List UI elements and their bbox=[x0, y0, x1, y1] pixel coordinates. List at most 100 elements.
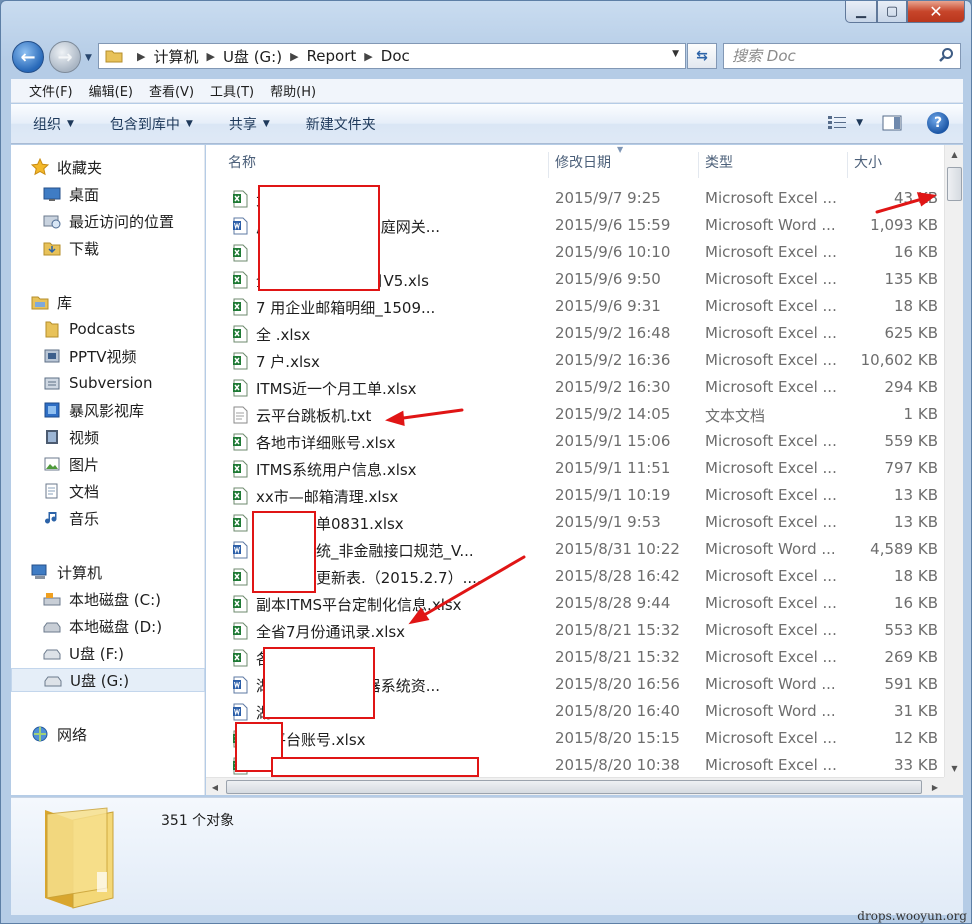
sidebar-label: Podcasts bbox=[69, 320, 136, 338]
back-button[interactable]: ← bbox=[12, 41, 44, 73]
sidebar-libraries[interactable]: 库 bbox=[31, 290, 225, 314]
file-date-modified: 2015/9/1 15:06 bbox=[555, 432, 671, 450]
close-button[interactable]: ✕ bbox=[907, 1, 965, 23]
minimize-button[interactable]: ▁ bbox=[845, 1, 877, 23]
excel-file-icon bbox=[232, 379, 248, 397]
menu-edit[interactable]: 编辑(E) bbox=[89, 81, 133, 100]
breadcrumb-report[interactable]: Report bbox=[307, 47, 357, 65]
address-history-dropdown[interactable]: ▼ bbox=[672, 49, 679, 59]
breadcrumb-drive[interactable]: U盘 (G:) bbox=[223, 46, 282, 67]
sidebar-label: 收藏夹 bbox=[57, 158, 103, 177]
sidebar-label: 计算机 bbox=[57, 563, 103, 582]
sidebar-computer[interactable]: 计算机 bbox=[31, 560, 225, 584]
file-date-modified: 2015/9/6 15:59 bbox=[555, 216, 671, 234]
column-header: 名称 ▼ 修改日期 类型 大小 bbox=[206, 145, 944, 178]
search-icon[interactable] bbox=[938, 47, 954, 63]
sidebar-favorites[interactable]: 收藏夹 bbox=[31, 155, 225, 179]
file-row[interactable]: 全省7月份通讯录.xlsx 2015/8/21 15:32 Microsoft Ex… bbox=[206, 617, 944, 644]
column-divider[interactable] bbox=[548, 152, 549, 178]
refresh-button[interactable]: ⇆ bbox=[687, 43, 717, 69]
sidebar-label: 本地磁盘 (D:) bbox=[69, 617, 163, 636]
file-type: Microsoft Word ... bbox=[705, 216, 836, 234]
file-name: 云平台账号.xlsx bbox=[256, 731, 366, 749]
file-type: Microsoft Excel ... bbox=[705, 351, 837, 369]
menu-help[interactable]: 帮助(H) bbox=[270, 81, 316, 100]
column-name[interactable]: 名称 bbox=[228, 152, 256, 172]
file-row[interactable]: 各地市详细账号.xlsx 2015/9/1 15:06 Microsoft Exce… bbox=[206, 428, 944, 455]
menu-file[interactable]: 文件(F) bbox=[29, 81, 73, 100]
file-type: Microsoft Excel ... bbox=[705, 648, 837, 666]
vertical-scrollbar[interactable]: ▲ ▼ bbox=[944, 145, 963, 777]
menu-view[interactable]: 查看(V) bbox=[149, 81, 194, 100]
sidebar-item-drive-g[interactable]: U盘 (G:) bbox=[11, 668, 205, 692]
file-type: Microsoft Excel ... bbox=[705, 486, 837, 504]
view-controls: ▼ ? bbox=[826, 112, 949, 134]
file-size: 18 KB bbox=[894, 567, 938, 585]
scroll-up-arrow[interactable]: ▲ bbox=[945, 145, 964, 163]
file-date-modified: 2015/9/6 10:10 bbox=[555, 243, 671, 261]
column-divider[interactable] bbox=[698, 152, 699, 178]
file-type: Microsoft Excel ... bbox=[705, 459, 837, 477]
file-type: 文本文档 bbox=[705, 407, 766, 425]
include-in-library-button[interactable]: 包含到库中 ▼ bbox=[110, 114, 193, 134]
redaction-box bbox=[252, 511, 316, 593]
file-size: 13 KB bbox=[894, 513, 938, 531]
file-row[interactable]: 云平台账号.xlsx 2015/8/20 15:15 Microsoft Excel… bbox=[206, 725, 944, 752]
file-row[interactable]: ITMS系统用户信息.xlsx 2015/9/1 11:51 Microsoft E… bbox=[206, 455, 944, 482]
search-box[interactable] bbox=[723, 43, 961, 69]
sidebar-label: 视频 bbox=[69, 428, 100, 447]
change-view-icon[interactable] bbox=[826, 114, 848, 132]
excel-file-icon bbox=[232, 271, 248, 289]
recent-pages-dropdown[interactable]: ▼ bbox=[85, 53, 92, 63]
file-type: Microsoft Excel ... bbox=[705, 594, 837, 612]
help-icon[interactable]: ? bbox=[927, 112, 949, 134]
column-size[interactable]: 大小 bbox=[854, 152, 882, 172]
column-date-modified[interactable]: 修改日期 bbox=[555, 152, 611, 172]
menu-bar: 文件(F) 编辑(E) 查看(V) 工具(T) 帮助(H) bbox=[11, 79, 963, 103]
item-count: 351 个对象 bbox=[161, 813, 235, 829]
scroll-left-arrow[interactable]: ◀ bbox=[206, 778, 224, 796]
breadcrumb-separator[interactable]: ▶ bbox=[206, 50, 214, 63]
column-type[interactable]: 类型 bbox=[705, 152, 733, 172]
file-size: 294 KB bbox=[884, 378, 938, 396]
breadcrumb-separator[interactable]: ▶ bbox=[290, 50, 298, 63]
view-options-dropdown[interactable]: ▼ bbox=[856, 118, 863, 128]
breadcrumb-separator[interactable]: ▶ bbox=[137, 50, 145, 63]
scroll-thumb[interactable] bbox=[226, 780, 922, 794]
file-row[interactable]: 平台密码更新表.（2015.2.7）.... 2015/8/28 16:42 Mic… bbox=[206, 563, 944, 590]
menu-tools[interactable]: 工具(T) bbox=[210, 81, 254, 100]
maximize-button[interactable]: ▢ bbox=[877, 1, 907, 23]
file-date-modified: 2015/9/1 9:53 bbox=[555, 513, 661, 531]
new-folder-button[interactable]: 新建文件夹 bbox=[306, 114, 376, 134]
file-row[interactable]: xx市—邮箱清理.xlsx 2015/9/1 10:19 Microsoft Exc… bbox=[206, 482, 944, 509]
column-divider[interactable] bbox=[847, 152, 848, 178]
file-row[interactable]: 云平台跳板机.txt 2015/9/2 14:05 文本文档 1 KB bbox=[206, 401, 944, 428]
file-row[interactable]: 副本ITMS平台定制化信息.xlsx 2015/8/28 9:44 Microsof… bbox=[206, 590, 944, 617]
file-size: 33 KB bbox=[894, 756, 938, 774]
search-input[interactable] bbox=[732, 47, 932, 65]
breadcrumb-doc[interactable]: Doc bbox=[381, 47, 410, 65]
folder-icon bbox=[45, 321, 59, 338]
file-name: 7 户.xlsx bbox=[256, 353, 320, 371]
file-row[interactable]: 据提取工单0831.xlsx 2015/9/1 9:53 Microsoft Exc… bbox=[206, 509, 944, 536]
share-button[interactable]: 共享 ▼ bbox=[229, 114, 270, 134]
breadcrumb-computer[interactable]: 计算机 bbox=[153, 46, 198, 67]
star-icon bbox=[31, 158, 49, 176]
horizontal-scrollbar[interactable]: ◀ ▶ bbox=[206, 777, 944, 795]
scroll-right-arrow[interactable]: ▶ bbox=[926, 778, 944, 796]
file-row[interactable]: 7 户.xlsx 2015/9/2 16:36 Microsoft Excel ..… bbox=[206, 347, 944, 374]
file-name: 全省7月份通讯录.xlsx bbox=[256, 623, 406, 641]
file-row[interactable]: 全 .xlsx 2015/9/2 16:48 Microsoft Excel ...… bbox=[206, 320, 944, 347]
preview-pane-icon[interactable] bbox=[881, 114, 903, 132]
address-bar[interactable]: ▶ 计算机 ▶ U盘 (G:) ▶ Report ▶ Doc ▼ bbox=[98, 43, 686, 69]
scroll-down-arrow[interactable]: ▼ bbox=[945, 759, 964, 777]
forward-button[interactable]: → bbox=[49, 41, 81, 73]
file-row[interactable]: 7 用企业邮箱明细_1509... 2015/9/6 9:31 Microsoft … bbox=[206, 293, 944, 320]
sidebar-network[interactable]: 网络 bbox=[31, 722, 225, 746]
organize-button[interactable]: 组织 ▼ bbox=[33, 114, 74, 134]
file-row[interactable]: ITMS近一个月工单.xlsx 2015/9/2 16:30 Microsoft E… bbox=[206, 374, 944, 401]
breadcrumb-separator[interactable]: ▶ bbox=[364, 50, 372, 63]
file-row[interactable]: 中售电系统_非金融接口规范_V... 2015/8/31 10:22 Microso… bbox=[206, 536, 944, 563]
scroll-thumb[interactable] bbox=[947, 167, 962, 201]
file-name: ITMS近一个月工单.xlsx bbox=[256, 380, 417, 398]
